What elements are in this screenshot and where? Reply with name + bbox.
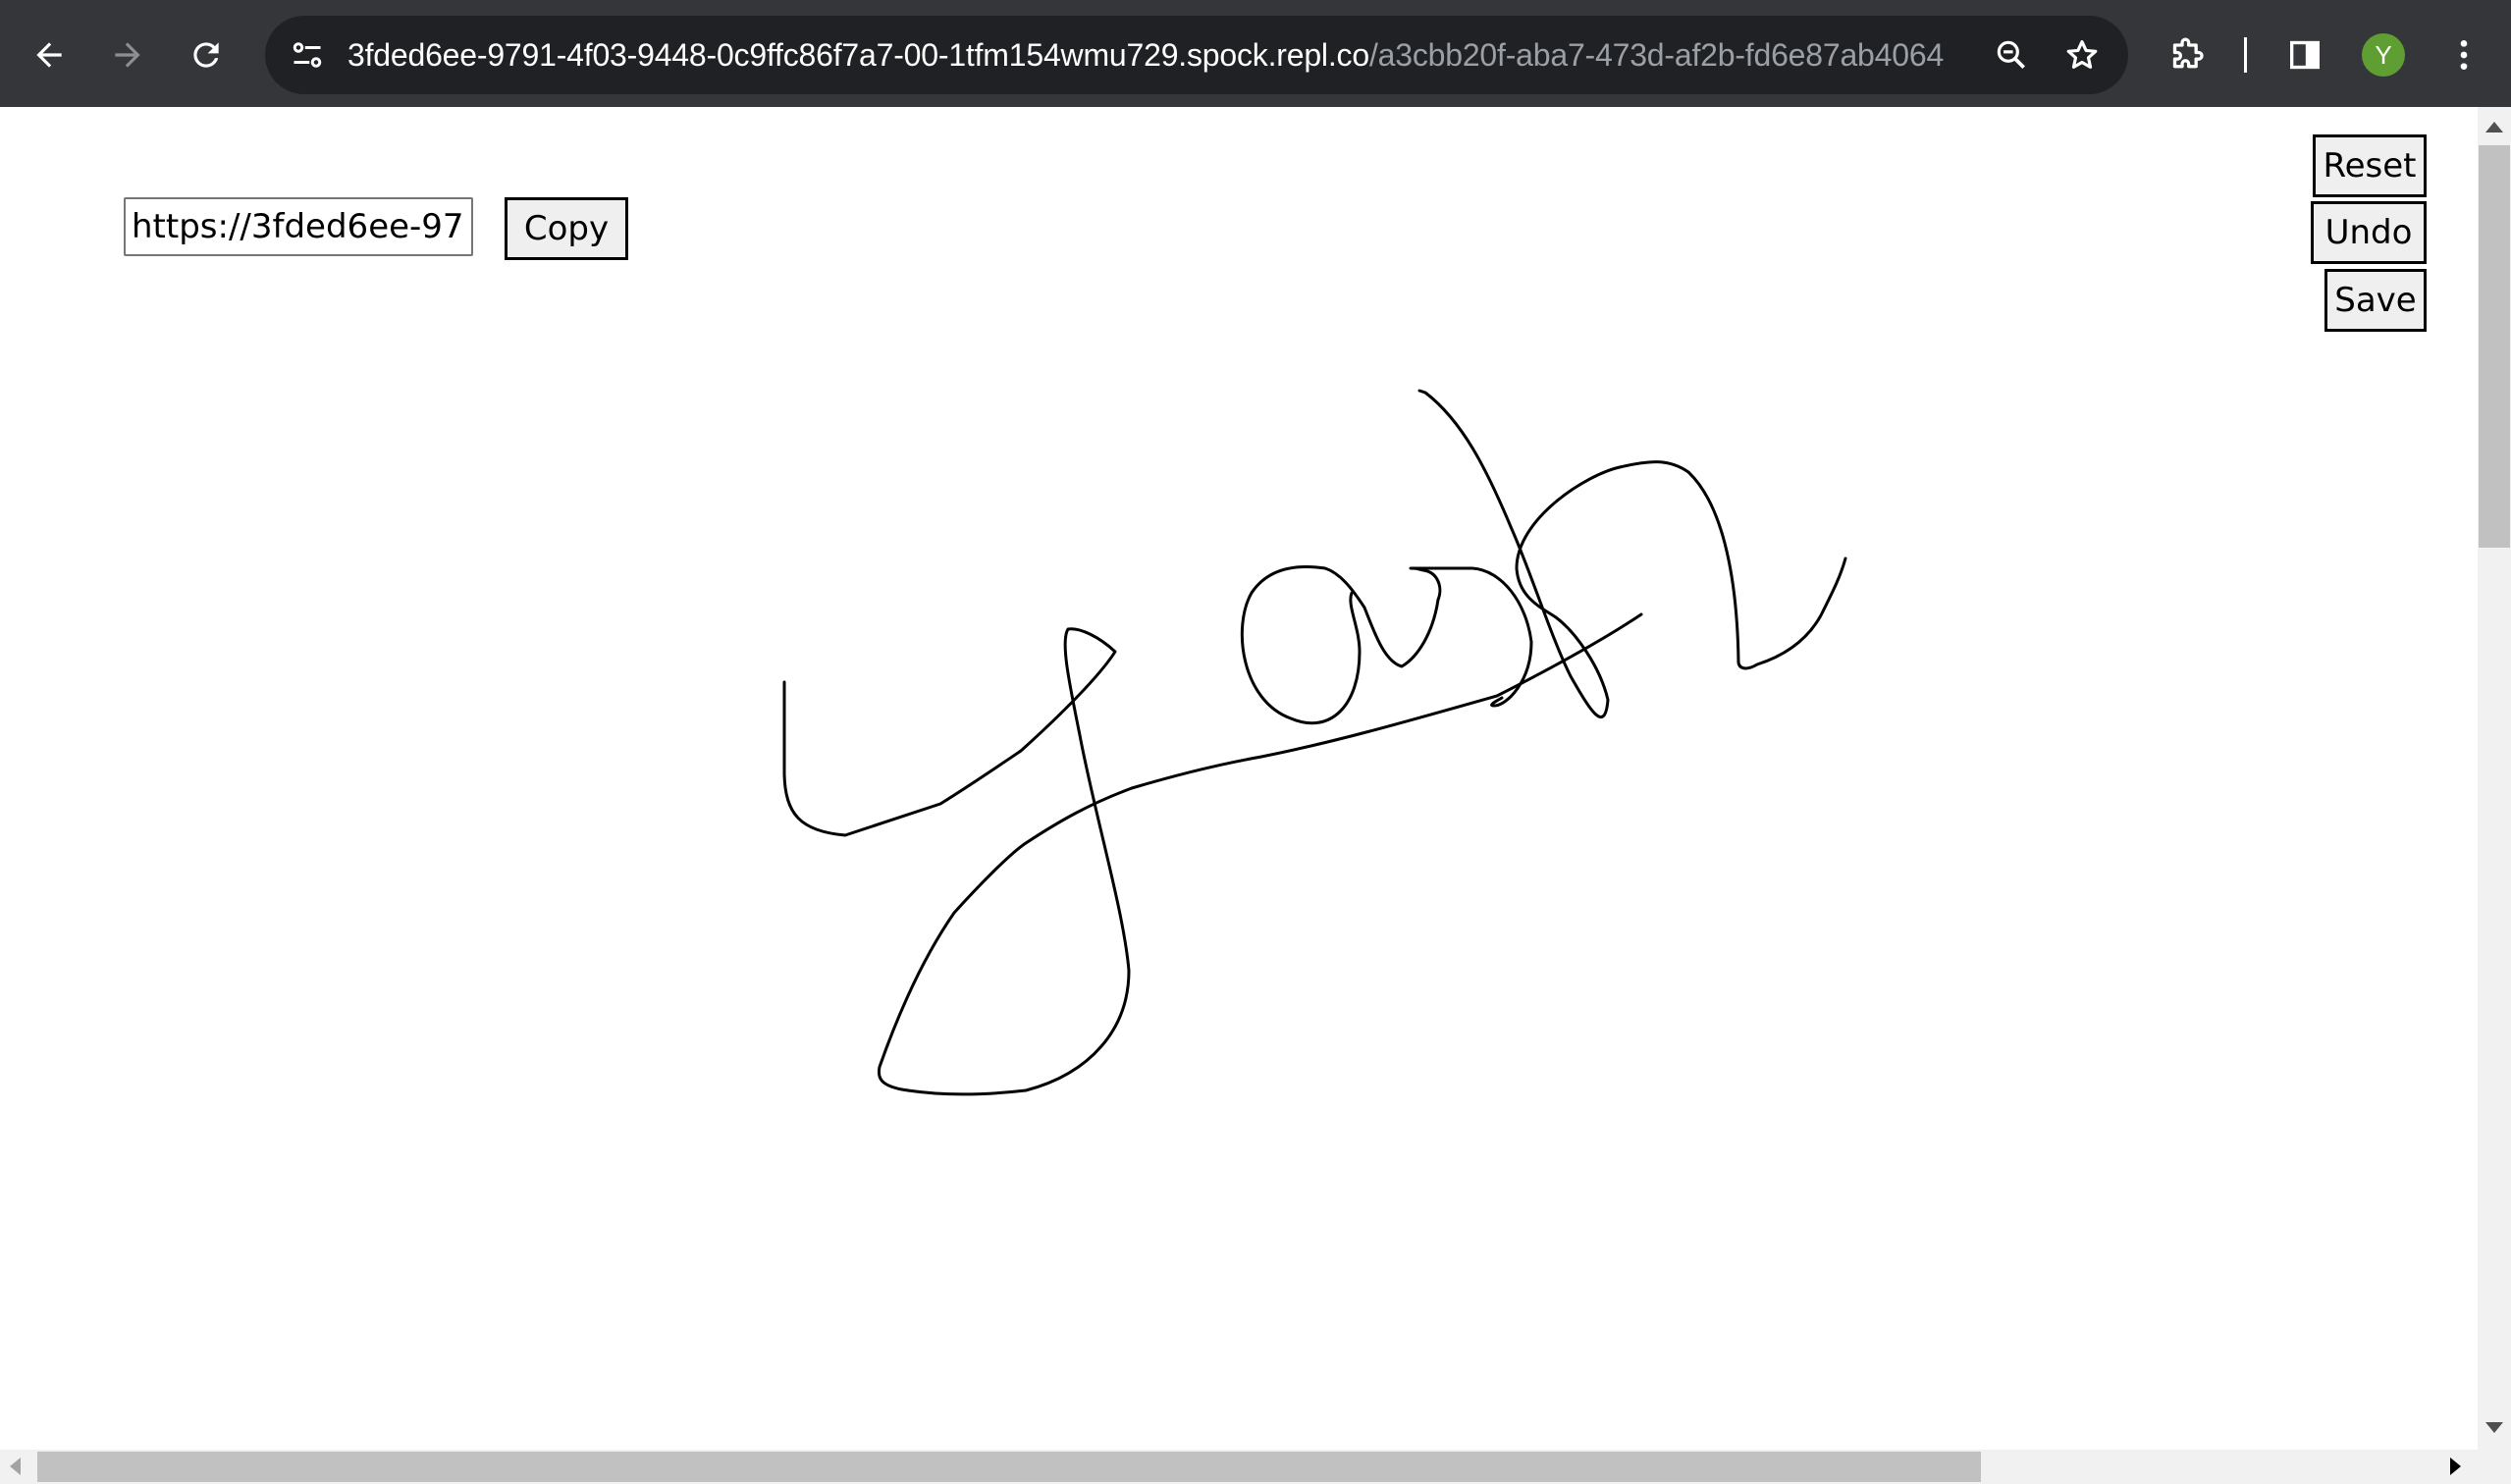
vertical-scrollbar-thumb[interactable] xyxy=(2479,145,2510,548)
reload-button[interactable] xyxy=(179,27,234,82)
url-path: /a3cbb20f-aba7-473d-af2b-fd6e87ab4064 xyxy=(1368,37,1945,73)
back-arrow-icon xyxy=(36,42,62,68)
extensions-icon xyxy=(2172,37,2204,69)
url-host: 3fded6ee-9791-4f03-9448-0c9ffc86f7a7-00-… xyxy=(347,37,1369,73)
extensions-button[interactable] xyxy=(2160,27,2215,82)
undo-button[interactable]: Undo xyxy=(2311,201,2427,264)
scroll-left-arrow-icon[interactable] xyxy=(10,1458,21,1475)
page-content: Copy Reset Undo Save xyxy=(0,107,2478,1450)
back-button[interactable] xyxy=(22,27,77,82)
forward-button[interactable] xyxy=(100,27,155,82)
scroll-up-arrow-icon[interactable] xyxy=(2485,122,2503,132)
forward-arrow-icon xyxy=(115,42,140,68)
toolbar-divider xyxy=(2244,37,2247,73)
url-text[interactable]: 3fded6ee-9791-4f03-9448-0c9ffc86f7a7-00-… xyxy=(347,16,1944,94)
site-info-icon xyxy=(293,42,322,68)
signature-stroke-main xyxy=(782,612,1643,1096)
share-link-input[interactable] xyxy=(124,197,473,256)
drawing-canvas[interactable] xyxy=(0,107,2478,1450)
zoom-icon xyxy=(1997,40,2026,70)
side-panel-button[interactable] xyxy=(2277,27,2332,82)
signature-stroke-h xyxy=(1417,389,1847,719)
reload-icon xyxy=(193,42,219,68)
bookmark-star-icon xyxy=(2066,39,2098,69)
bookmark-button[interactable] xyxy=(2059,32,2105,78)
address-bar[interactable]: 3fded6ee-9791-4f03-9448-0c9ffc86f7a7-00-… xyxy=(265,16,2128,94)
browser-menu-button[interactable] xyxy=(2436,27,2491,82)
save-button[interactable]: Save xyxy=(2324,269,2427,332)
side-panel-icon xyxy=(2290,40,2320,70)
reset-button[interactable]: Reset xyxy=(2313,134,2427,197)
copy-button[interactable]: Copy xyxy=(505,197,628,260)
zoom-button[interactable] xyxy=(1989,32,2034,78)
scroll-down-arrow-icon[interactable] xyxy=(2485,1422,2503,1433)
profile-avatar[interactable]: Y xyxy=(2362,33,2405,77)
scroll-right-arrow-icon[interactable] xyxy=(2450,1458,2461,1475)
site-info-button[interactable] xyxy=(285,32,330,78)
kebab-menu-icon xyxy=(2460,40,2468,70)
browser-toolbar: 3fded6ee-9791-4f03-9448-0c9ffc86f7a7-00-… xyxy=(0,0,2511,107)
horizontal-scrollbar-thumb[interactable] xyxy=(37,1452,1981,1482)
